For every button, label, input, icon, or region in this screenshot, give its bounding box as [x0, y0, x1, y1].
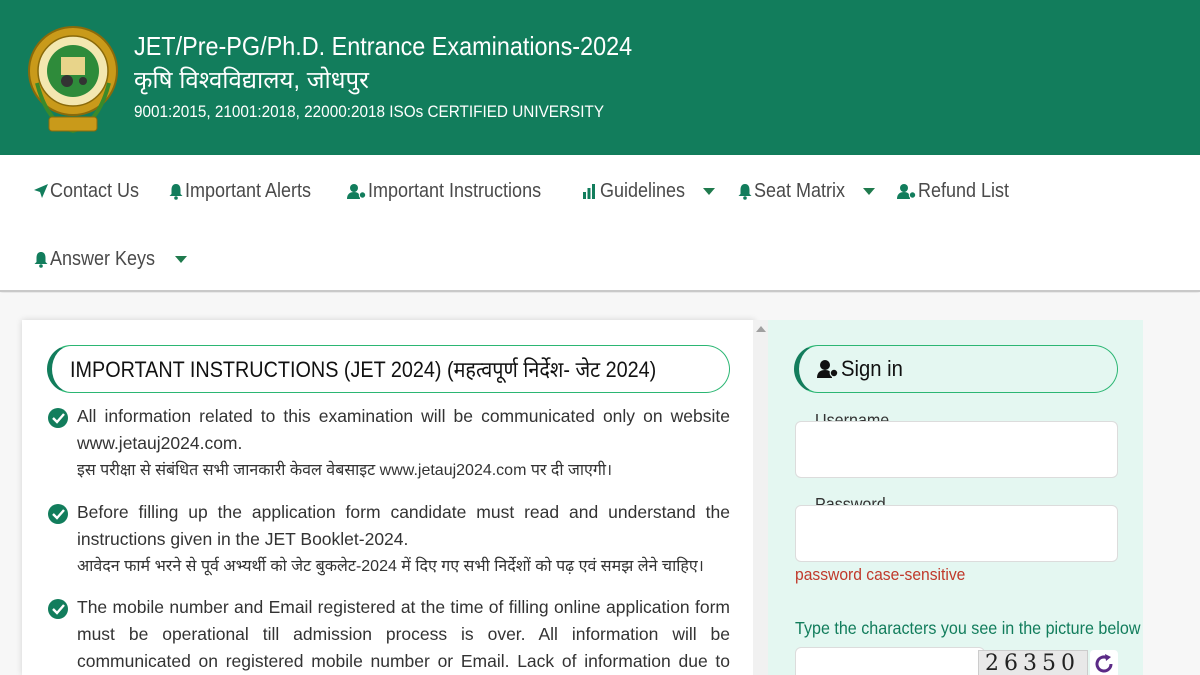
captcha-image: 26350 [978, 650, 1088, 675]
signin-heading: Sign in [794, 345, 1118, 393]
instruction-text-en: Before filling up the application form c… [77, 502, 730, 549]
nav-seat-matrix[interactable]: Seat Matrix [736, 178, 876, 204]
instructions-panel: IMPORTANT INSTRUCTIONS (JET 2024) (महत्व… [22, 320, 755, 675]
refresh-icon [1095, 654, 1113, 673]
captcha-input[interactable] [796, 648, 984, 675]
signin-panel: Sign in Username Password password case-… [768, 320, 1143, 675]
password-note: password case-sensitive [795, 565, 966, 584]
refresh-captcha-button[interactable] [1090, 650, 1118, 675]
send-icon [32, 182, 49, 200]
nav-answer-keys[interactable]: Answer Keys [32, 246, 187, 272]
instruction-text-en: All information related to this examinat… [77, 406, 730, 453]
user-gear-icon [347, 182, 367, 200]
nav-guidelines[interactable]: Guidelines [582, 178, 715, 204]
exam-title: JET/Pre-PG/Ph.D. Entrance Examinations-2… [134, 31, 633, 61]
check-circle-icon [48, 599, 68, 619]
chevron-down-icon [174, 255, 187, 263]
instruction-item: Before filling up the application form c… [47, 499, 730, 580]
site-header: JET/Pre-PG/Ph.D. Entrance Examinations-2… [0, 0, 1200, 155]
user-gear-icon [897, 182, 917, 200]
scrollbar[interactable] [753, 320, 768, 675]
nav-contact-us[interactable]: Contact Us [32, 178, 149, 204]
username-field-wrap [795, 421, 1118, 478]
bell-icon [32, 250, 49, 268]
bell-icon [736, 182, 753, 200]
check-circle-icon [48, 408, 68, 428]
university-name: कृषि विश्वविद्यालय, जोधपुर [134, 67, 369, 94]
chevron-down-icon [702, 187, 715, 195]
chevron-down-icon [863, 187, 876, 195]
university-logo [28, 26, 118, 134]
instruction-item: All information related to this examinat… [47, 403, 730, 484]
main-nav: Contact Us Important Alerts Important In… [0, 155, 1200, 292]
instructions-heading: IMPORTANT INSTRUCTIONS (JET 2024) (महत्व… [47, 345, 730, 393]
iso-certification: 9001:2015, 21001:2018, 22000:2018 ISOs C… [134, 102, 605, 121]
bell-icon [167, 182, 184, 200]
password-field-wrap [795, 505, 1118, 562]
scroll-up-arrow-icon[interactable] [756, 326, 766, 332]
nav-refund-list[interactable]: Refund List [897, 178, 1019, 204]
check-circle-icon [48, 504, 68, 524]
instruction-text-en: The mobile number and Email registered a… [77, 597, 730, 671]
nav-important-alerts[interactable]: Important Alerts [167, 178, 325, 204]
captcha-label: Type the characters you see in the pictu… [795, 618, 1141, 638]
instruction-text-hi: आवेदन फार्म भरने से पूर्व अभ्यर्थी को जे… [77, 558, 704, 575]
bar-chart-icon [582, 182, 599, 200]
nav-important-instructions[interactable]: Important Instructions [347, 178, 560, 204]
instruction-text-hi: इस परीक्षा से संबंधित सभी जानकारी केवल व… [77, 462, 613, 479]
instruction-item: The mobile number and Email registered a… [47, 594, 730, 675]
password-input[interactable] [796, 506, 1117, 561]
user-gear-icon [817, 360, 839, 378]
username-input[interactable] [796, 422, 1117, 477]
captcha-input-wrap [795, 647, 985, 675]
